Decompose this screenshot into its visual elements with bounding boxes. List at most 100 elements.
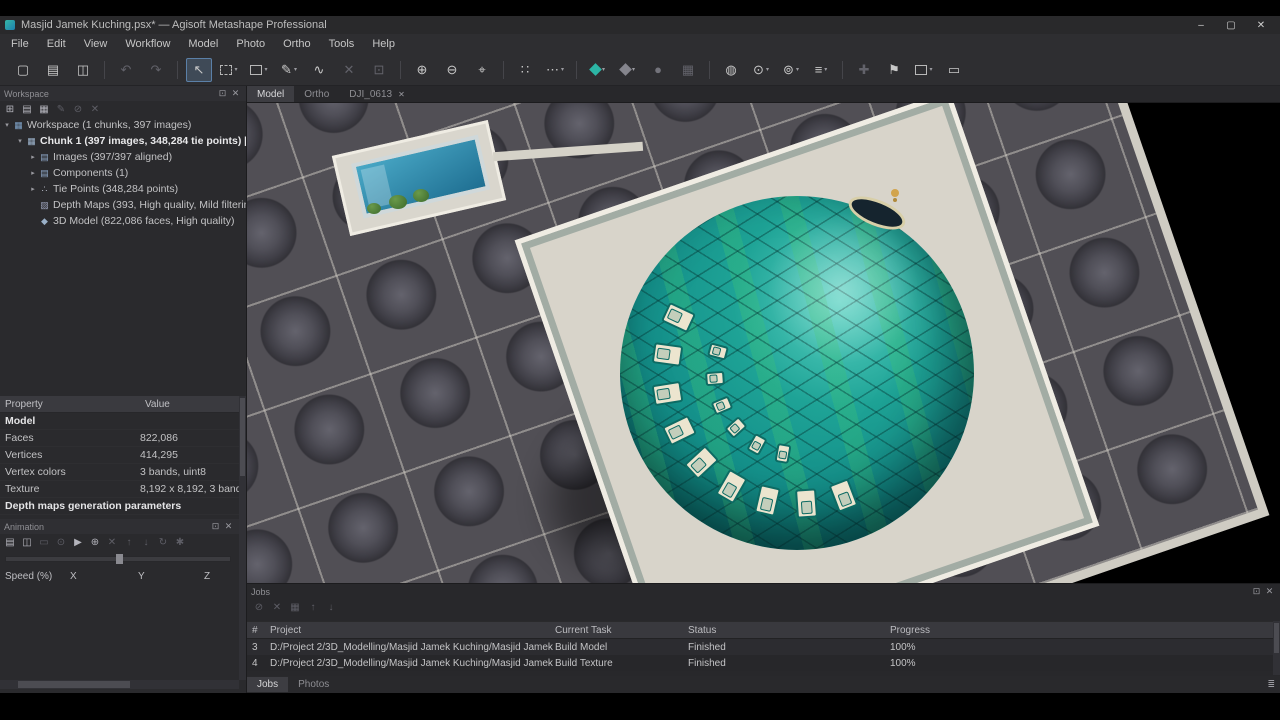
capture-view-icon[interactable]: ▾ [911, 58, 937, 82]
scrollbar-handle[interactable] [18, 681, 130, 688]
move-keyframe-down-icon[interactable]: ↓ [138, 535, 154, 549]
float-pane-icon[interactable]: ⊡ [209, 521, 222, 532]
menu-item-file[interactable]: File [2, 36, 38, 52]
jobs-row[interactable]: 3 D:/Project 2/3D_Modelling/Masjid Jamek … [247, 639, 1280, 655]
tree-item[interactable]: ▾ ▦ Chunk 1 (397 images, 348,284 tie point… [0, 133, 246, 149]
bottom-tab-jobs[interactable]: Jobs [247, 677, 289, 692]
minimize-button[interactable]: – [1186, 20, 1216, 31]
panel-list-icon[interactable]: ≣ [1267, 679, 1275, 690]
bottom-tab-photos[interactable]: Photos [288, 677, 339, 692]
menu-item-workflow[interactable]: Workflow [116, 36, 179, 52]
zoom-in-icon[interactable]: ⊕ [409, 58, 435, 82]
menu-item-help[interactable]: Help [363, 36, 404, 52]
film-strip-icon[interactable]: ▭ [36, 535, 52, 549]
float-pane-icon[interactable]: ⊡ [216, 88, 229, 99]
selection-arrow-icon[interactable]: ↖ [186, 57, 212, 82]
close-tab-icon[interactable]: ✕ [398, 90, 405, 99]
edit-item-icon[interactable]: ✎ [53, 102, 69, 116]
menu-item-view[interactable]: View [75, 36, 117, 52]
crop-selection-icon[interactable]: ⊡ [366, 58, 392, 82]
new-project-icon[interactable]: ▢ [10, 58, 36, 82]
jobs-row[interactable]: 4 D:/Project 2/3D_Modelling/Masjid Jamek … [247, 655, 1280, 671]
draw-tool-icon[interactable]: ✎ ▾ [276, 58, 302, 82]
job-up-icon[interactable]: ↑ [305, 600, 321, 614]
model-shaded-icon[interactable]: ▾ [585, 58, 611, 82]
cancel-job-icon[interactable]: ✕ [269, 600, 285, 614]
save-animation-icon[interactable]: ◫ [19, 535, 35, 549]
animation-field-label: Z [204, 571, 211, 582]
play-animation-icon[interactable]: ▶ [70, 535, 86, 549]
capture-frame-icon[interactable]: ⊙ [53, 535, 69, 549]
move-keyframe-up-icon[interactable]: ↑ [121, 535, 137, 549]
delete-keyframe-icon[interactable]: ✕ [104, 535, 120, 549]
redo-icon[interactable]: ↷ [143, 58, 169, 82]
texture-view-icon[interactable]: ▦ [675, 58, 701, 82]
tree-item[interactable]: ▨ Depth Maps (393, High quality, Mild fil… [0, 197, 246, 213]
slider-handle[interactable] [116, 554, 123, 564]
model-textured-icon[interactable]: ● [645, 58, 671, 82]
move-object-icon[interactable]: ✚ [851, 58, 877, 82]
close-pane-icon[interactable]: ✕ [222, 521, 235, 532]
expander-icon[interactable]: ▸ [28, 185, 38, 193]
menu-item-edit[interactable]: Edit [38, 36, 75, 52]
remove-item-icon[interactable]: ✕ [87, 102, 103, 116]
close-button[interactable]: ✕ [1246, 20, 1276, 31]
scrollbar-handle[interactable] [1274, 623, 1279, 653]
open-animation-icon[interactable]: ▤ [2, 535, 18, 549]
panel-vertical-scrollbar[interactable] [239, 396, 246, 680]
disable-item-icon[interactable]: ⊘ [70, 102, 86, 116]
menu-item-tools[interactable]: Tools [320, 36, 364, 52]
animation-settings-icon[interactable]: ✱ [172, 535, 188, 549]
presentation-icon[interactable]: ▭ [941, 58, 967, 82]
maximize-button[interactable]: ▢ [1216, 20, 1246, 31]
record-keyframe-icon[interactable]: ⊕ [87, 535, 103, 549]
tab-ortho[interactable]: Ortho [294, 86, 339, 102]
globe-icon[interactable]: ◍ [718, 58, 744, 82]
menu-item-photo[interactable]: Photo [227, 36, 274, 52]
pause-job-icon[interactable]: ⊘ [251, 600, 267, 614]
tree-item[interactable]: ▾ ▦ Workspace (1 chunks, 397 images) [0, 117, 246, 133]
menu-item-ortho[interactable]: Ortho [274, 36, 320, 52]
save-project-icon[interactable]: ◫ [70, 58, 96, 82]
tab-model[interactable]: Model [247, 86, 295, 102]
curve-tool-icon[interactable]: ∿ [306, 58, 332, 82]
jobs-scrollbar[interactable] [1273, 621, 1280, 675]
open-project-icon[interactable]: ▤ [40, 58, 66, 82]
rectangle-selection-icon[interactable]: ▾ [216, 58, 242, 82]
tab-dji_0613[interactable]: DJI_0613 ✕ [339, 86, 415, 102]
flag-marker-icon[interactable]: ⚑ [881, 58, 907, 82]
add-folder-icon[interactable]: ▦ [36, 102, 52, 116]
animation-timeline-slider[interactable] [5, 554, 231, 564]
undo-icon[interactable]: ↶ [113, 58, 139, 82]
close-pane-icon[interactable]: ✕ [1263, 586, 1276, 597]
float-pane-icon[interactable]: ⊡ [1250, 586, 1263, 597]
expander-icon[interactable]: ▸ [28, 153, 38, 161]
job-down-icon[interactable]: ↓ [323, 600, 339, 614]
resize-region-icon[interactable]: ▾ [246, 58, 272, 82]
zoom-reset-icon[interactable]: ⌖ [469, 58, 495, 82]
delete-selection-icon[interactable]: ✕ [336, 58, 362, 82]
expander-icon[interactable]: ▾ [15, 137, 25, 145]
expander-icon[interactable]: ▸ [28, 169, 38, 177]
close-pane-icon[interactable]: ✕ [229, 88, 242, 99]
zoom-out-icon[interactable]: ⊖ [439, 58, 465, 82]
point-cloud-icon[interactable]: ∷ [512, 58, 538, 82]
add-photos-icon[interactable]: ▤ [19, 102, 35, 116]
video-capture-icon[interactable]: ⊚ ▾ [778, 58, 804, 82]
tree-item[interactable]: ▸ ∴ Tie Points (348,284 points) [0, 181, 246, 197]
panel-horizontal-scrollbar[interactable] [0, 680, 239, 689]
dense-cloud-icon[interactable]: ⋯ ▾ [542, 58, 568, 82]
tree-item[interactable]: ◆ 3D Model (822,086 faces, High quality) [0, 213, 246, 229]
scrollbar-handle[interactable] [240, 398, 245, 476]
clear-jobs-icon[interactable]: ▦ [287, 600, 303, 614]
expander-icon[interactable]: ▾ [2, 121, 12, 129]
model-solid-icon[interactable]: ▾ [615, 58, 641, 82]
loop-animation-icon[interactable]: ↻ [155, 535, 171, 549]
menu-item-model[interactable]: Model [179, 36, 227, 52]
tree-item[interactable]: ▸ ▤ Components (1) [0, 165, 246, 181]
add-chunk-icon[interactable]: ⊞ [2, 102, 18, 116]
view-options-icon[interactable]: ≡ ▾ [808, 58, 834, 82]
tree-item[interactable]: ▸ ▤ Images (397/397 aligned) [0, 149, 246, 165]
model-viewport[interactable] [247, 103, 1280, 583]
photo-capture-icon[interactable]: ⊙ ▾ [748, 58, 774, 82]
